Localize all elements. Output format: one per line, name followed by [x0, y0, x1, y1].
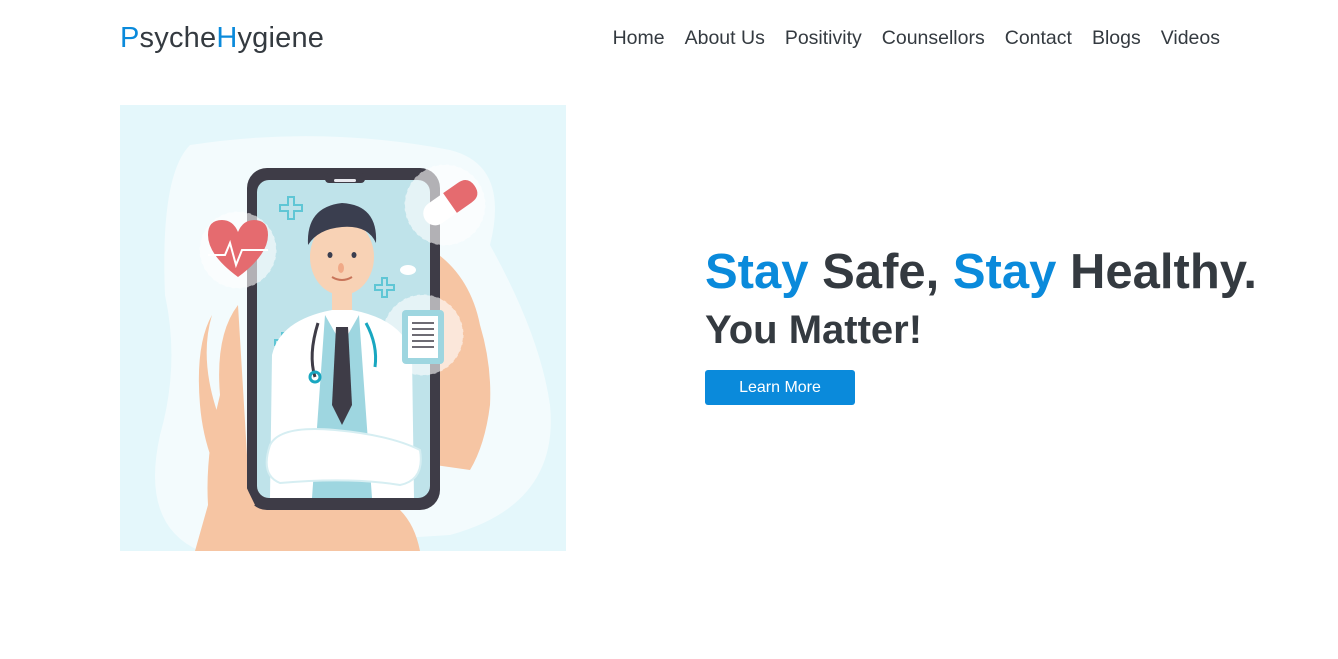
headline-word-safe: Safe, [808, 245, 953, 299]
headline-word-stay-2: Stay [952, 245, 1057, 299]
nav-link-videos[interactable]: Videos [1161, 27, 1220, 49]
hero-subline: You Matter! [705, 308, 923, 352]
brand-letter-h: H [216, 22, 238, 54]
main-nav: Home About Us Positivity Counsellors Con… [613, 26, 1220, 50]
brand-text-ygiene: ygiene [237, 22, 325, 54]
learn-more-button[interactable]: Learn More [705, 370, 855, 405]
nav-link-about[interactable]: About Us [685, 27, 765, 49]
doctor-phone-illustration [155, 136, 551, 551]
hero-headline: Stay Safe, Stay Healthy. [705, 244, 1265, 300]
navbar: PsycheHygiene Home About Us Positivity C… [0, 0, 1338, 76]
brand-logo[interactable]: PsycheHygiene [120, 20, 324, 56]
nav-item-videos: Videos [1161, 26, 1220, 50]
nav-item-home: Home [613, 26, 665, 50]
nav-item-blogs: Blogs [1092, 26, 1141, 50]
nav-link-blogs[interactable]: Blogs [1092, 27, 1141, 49]
nav-link-contact[interactable]: Contact [1005, 27, 1072, 49]
hero-text: Stay Safe, Stay Healthy. You Matter! Lea… [705, 244, 1265, 405]
nav-item-counsellors: Counsellors [882, 26, 985, 50]
nav-item-positivity: Positivity [785, 26, 862, 50]
brand-letter-p: P [120, 22, 140, 54]
nav-link-positivity[interactable]: Positivity [785, 27, 862, 49]
nav-item-about: About Us [685, 26, 765, 50]
nav-link-home[interactable]: Home [613, 27, 665, 49]
brand-text-syche: syche [139, 22, 217, 54]
nav-item-contact: Contact [1005, 26, 1072, 50]
nav-link-counsellors[interactable]: Counsellors [882, 27, 985, 49]
headline-word-healthy: Healthy. [1056, 245, 1257, 299]
hero-illustration [120, 105, 566, 551]
headline-word-stay-1: Stay [705, 245, 809, 299]
